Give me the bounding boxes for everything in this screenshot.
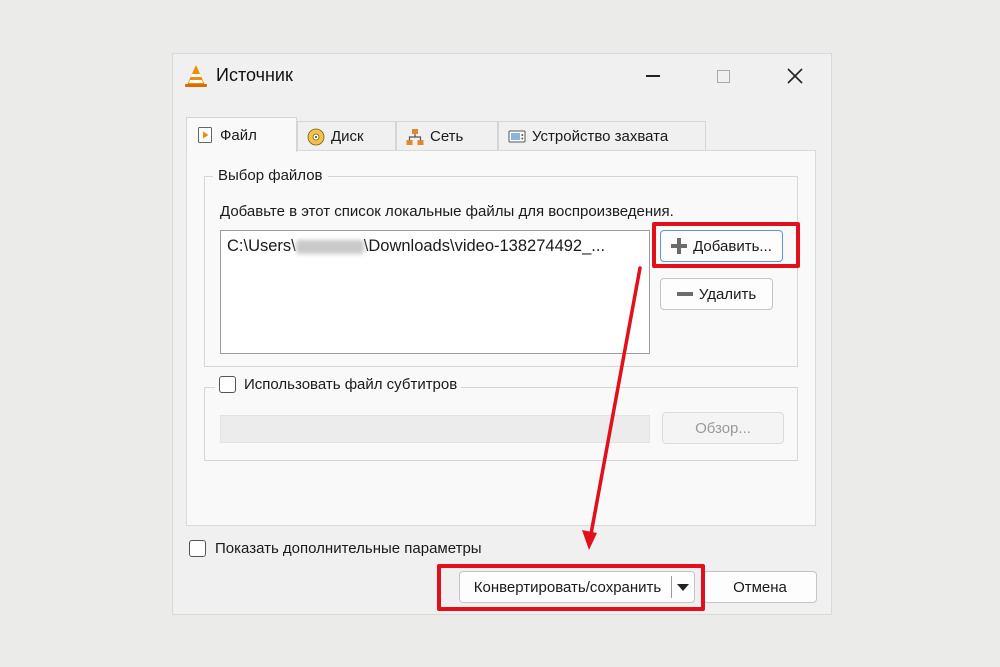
browse-button: Обзор...: [662, 412, 784, 444]
browse-button-label: Обзор...: [695, 419, 751, 437]
tab-label: Диск: [331, 128, 364, 145]
subtitles-group: Использовать файл субтитров Обзор...: [204, 376, 798, 461]
redacted-username: [295, 239, 364, 254]
file-play-icon: [198, 127, 212, 143]
show-more-options-checkbox[interactable]: [189, 540, 206, 557]
close-button[interactable]: [773, 60, 817, 92]
list-item[interactable]: C:\Users\ \Downloads\video-138274492_...: [227, 237, 605, 256]
remove-file-button[interactable]: Удалить: [660, 278, 773, 310]
remove-button-label: Удалить: [698, 285, 757, 303]
source-dialog: Источник Файл Диск Сеть Устройство захва…: [172, 53, 832, 615]
file-path-prefix: C:\Users\: [227, 237, 296, 255]
maximize-icon: [716, 69, 730, 83]
subtitles-checkbox[interactable]: [219, 376, 236, 393]
subtitle-file-field: [220, 415, 650, 443]
title-bar[interactable]: Источник: [173, 54, 831, 98]
tab-network[interactable]: Сеть: [396, 121, 498, 151]
convert-button-highlight: [437, 564, 705, 611]
file-selection-group: Выбор файлов Добавьте в этот список лока…: [204, 167, 798, 367]
capture-device-icon: [508, 130, 526, 142]
cancel-button[interactable]: Отмена: [703, 571, 817, 603]
window-title: Источник: [216, 65, 293, 85]
file-list[interactable]: C:\Users\ \Downloads\video-138274492_...: [220, 230, 650, 354]
file-tab-panel: Выбор файлов Добавьте в этот список лока…: [186, 150, 816, 526]
network-icon: [406, 128, 424, 145]
group-title: Выбор файлов: [213, 167, 328, 184]
subtitles-checkbox-label: Использовать файл субтитров: [244, 376, 458, 393]
tab-disc[interactable]: Диск: [297, 121, 396, 151]
minus-icon: [676, 286, 693, 302]
vlc-cone-icon: [185, 65, 207, 87]
file-hint-text: Добавьте в этот список локальные файлы д…: [220, 203, 674, 220]
subtitles-checkbox-row[interactable]: Использовать файл субтитров: [215, 376, 462, 393]
file-path-suffix: \Downloads\video-138274492_...: [363, 237, 606, 255]
tab-capture-device[interactable]: Устройство захвата: [498, 121, 706, 151]
close-icon: [787, 68, 803, 84]
tab-label: Сеть: [430, 128, 464, 145]
cancel-button-label: Отмена: [733, 578, 787, 596]
tab-label: Файл: [220, 126, 257, 144]
disc-icon: [307, 128, 325, 145]
show-more-options-label: Показать дополнительные параметры: [215, 540, 482, 557]
add-button-highlight: [652, 222, 800, 268]
show-more-options-row[interactable]: Показать дополнительные параметры: [189, 540, 482, 557]
tab-file[interactable]: Файл: [186, 117, 297, 152]
minimize-button[interactable]: [631, 60, 675, 92]
tab-label: Устройство захвата: [532, 128, 669, 145]
minimize-icon: [646, 75, 660, 77]
maximize-button[interactable]: [701, 60, 745, 92]
